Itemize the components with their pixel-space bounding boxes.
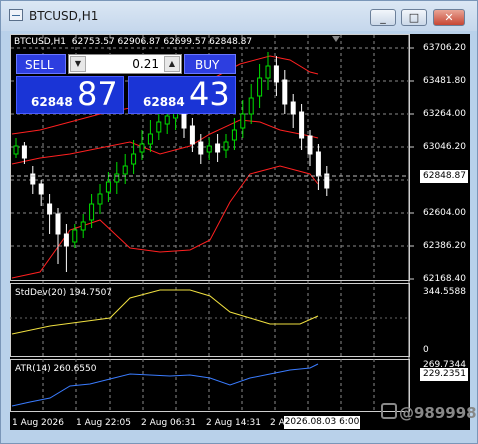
chart-symbol: BTCUSD,H1 [14, 37, 67, 47]
chart-window: BTCUSD,H1 _ □ ✕ BTCUSD,H1 62753.57 62906… [0, 0, 478, 444]
candle-body [139, 143, 145, 153]
maximize-button[interactable]: □ [401, 9, 427, 26]
candle-body [290, 101, 296, 115]
price-scale-label: 63481.80 [423, 76, 466, 86]
watermark-text: @989998 [399, 404, 477, 422]
sell-price-big: 87 [77, 75, 118, 113]
time-axis-label: 2 Aug 06:31 [141, 418, 196, 428]
candle-body [21, 145, 27, 159]
candle-body [189, 125, 195, 145]
candle-body [307, 135, 313, 155]
candle-body [131, 153, 137, 165]
candle-body [248, 97, 254, 115]
buy-price-big: 43 [189, 75, 230, 113]
candle-body [198, 141, 204, 155]
atr-value-label: 229.2351 [420, 368, 468, 381]
sell-price-box[interactable]: 62848 87 [16, 75, 124, 114]
price-scale-label: 62386.20 [423, 241, 466, 251]
candle-body [122, 165, 128, 175]
time-axis-label: 2 A [270, 418, 285, 428]
candle-body [72, 229, 78, 243]
candle-body [47, 203, 53, 215]
candle-body [97, 193, 103, 205]
chart-area[interactable]: BTCUSD,H1 62753.57 62906.87 62699.57 628… [10, 34, 470, 430]
social-logo-icon [381, 403, 397, 419]
lot-decrease-icon[interactable]: ▼ [70, 56, 86, 72]
candle-body [114, 173, 120, 183]
buy-price-box[interactable]: 62884 43 [128, 75, 236, 114]
lot-size-stepper: ▼ ▲ [68, 54, 182, 74]
window-title: BTCUSD,H1 [29, 9, 99, 23]
current-price-label: 62848.87 [420, 170, 468, 183]
crosshair-time-label: 2026.08.03 6:00 [284, 416, 360, 429]
time-axis-label: 1 Aug 22:05 [76, 418, 131, 428]
time-axis-label: 1 Aug 2026 [12, 418, 64, 428]
price-scale-label: 62168.40 [423, 274, 466, 284]
candle-body [63, 233, 69, 247]
stddev-scale-bottom: 0 [423, 345, 429, 355]
candle-body [215, 143, 221, 153]
candle-body [164, 115, 170, 125]
candle-body [156, 121, 162, 133]
candle-body [38, 183, 44, 195]
stddev-scale-top: 344.5588 [423, 287, 466, 297]
sell-price-small: 62848 [31, 95, 73, 109]
price-scale-label: 63706.20 [423, 43, 466, 53]
lot-size-input[interactable] [87, 56, 161, 72]
chart-ohlc: 62753.57 62906.87 62699.57 62848.87 [71, 37, 253, 47]
candle-body [89, 203, 95, 221]
candle-body [206, 145, 212, 153]
candle-body [240, 113, 246, 129]
minimize-button[interactable]: _ [370, 9, 396, 26]
chart-header: BTCUSD,H1 62753.57 62906.87 62699.57 628… [14, 37, 252, 47]
close-button[interactable]: ✕ [433, 9, 465, 26]
chart-window-icon [9, 9, 23, 21]
candle-body [315, 151, 321, 177]
price-scale-label: 62604.00 [423, 208, 466, 218]
buy-button[interactable]: BUY [184, 54, 236, 74]
candle-body [273, 65, 279, 83]
lot-increase-icon[interactable]: ▲ [164, 56, 180, 72]
price-scale-label: 63046.20 [423, 142, 466, 152]
price-scale-label: 63264.00 [423, 109, 466, 119]
candle-body [231, 129, 237, 141]
bollinger-band-line [11, 119, 319, 165]
candle-body [13, 145, 19, 155]
candle-body [265, 65, 271, 79]
watermark: @989998 [381, 403, 477, 422]
time-axis-label: 2 Aug 14:31 [206, 418, 261, 428]
atr-label: ATR(14) 260.6550 [15, 364, 97, 374]
one-click-trading-panel: SELL ▼ ▲ BUY 62848 87 62884 43 [16, 54, 238, 116]
stddev-label: StdDev(20) 194.7507 [15, 288, 113, 298]
candle-body [181, 113, 187, 129]
candle-body [257, 77, 263, 97]
candle-body [105, 181, 111, 193]
title-bar[interactable]: BTCUSD,H1 _ □ ✕ [1, 1, 477, 31]
buy-price-small: 62884 [143, 95, 185, 109]
candle-body [223, 141, 229, 151]
sell-button[interactable]: SELL [16, 54, 66, 74]
candle-body [55, 213, 61, 235]
chart-shift-marker [332, 36, 340, 42]
candle-body [299, 111, 305, 139]
candle-body [147, 133, 153, 145]
candle-body [282, 79, 288, 105]
candle-body [80, 221, 86, 231]
